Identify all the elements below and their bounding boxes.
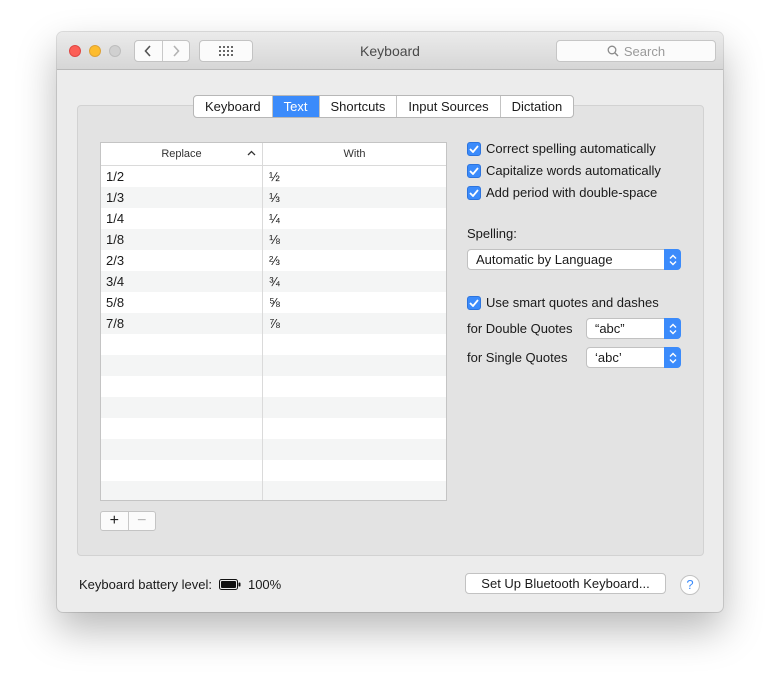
tab-bar: Keyboard Text Shortcuts Input Sources Di… — [193, 95, 575, 118]
replace-cell[interactable]: 1/4 — [101, 208, 263, 229]
table-row[interactable]: 1/4 ¼ — [101, 208, 446, 229]
checkmark-icon — [467, 163, 481, 178]
spelling-value: Automatic by Language — [476, 252, 613, 267]
with-cell[interactable]: ⅛ — [263, 229, 446, 250]
with-cell[interactable]: ¼ — [263, 208, 446, 229]
table-row[interactable]: 1/8 ⅛ — [101, 229, 446, 250]
empty-row — [101, 397, 446, 418]
smart-quotes-label: Use smart quotes and dashes — [486, 295, 659, 310]
updown-arrows-icon — [664, 249, 681, 270]
replace-cell[interactable]: 1/3 — [101, 187, 263, 208]
setup-bluetooth-keyboard-button[interactable]: Set Up Bluetooth Keyboard... — [465, 573, 666, 594]
replace-cell[interactable]: 1/8 — [101, 229, 263, 250]
with-cell[interactable]: ½ — [263, 166, 446, 187]
table-row[interactable]: 1/2 ½ — [101, 166, 446, 187]
with-cell[interactable]: ⅔ — [263, 250, 446, 271]
tab-keyboard[interactable]: Keyboard — [194, 96, 272, 117]
empty-row — [101, 460, 446, 481]
column-header-with[interactable]: With — [263, 143, 446, 165]
search-field[interactable]: Search — [556, 40, 716, 62]
checkmark-icon — [467, 141, 481, 156]
with-cell[interactable]: ⅝ — [263, 292, 446, 313]
double-quotes-label: for Double Quotes — [467, 321, 573, 336]
replace-cell[interactable]: 7/8 — [101, 313, 263, 334]
checkmark-icon — [467, 295, 481, 310]
empty-row — [101, 334, 446, 355]
checkmark-icon — [467, 185, 481, 200]
table-header: Replace With — [101, 143, 446, 166]
replacement-table[interactable]: Replace With 1/2 ½ 1/3 ⅓ 1/4 ¼ 1/8 ⅛ 2/3 ⅔ 3/… — [100, 142, 447, 501]
tab-text[interactable]: Text — [271, 96, 319, 117]
battery-icon — [218, 579, 241, 590]
single-quotes-label: for Single Quotes — [467, 350, 568, 365]
table-row[interactable]: 1/3 ⅓ — [101, 187, 446, 208]
empty-row — [101, 355, 446, 376]
add-period-checkbox[interactable]: Add period with double-space — [467, 185, 657, 200]
add-button[interactable]: + — [101, 512, 128, 530]
column-header-replace[interactable]: Replace — [101, 143, 263, 165]
empty-row — [101, 481, 446, 500]
table-row[interactable]: 2/3 ⅔ — [101, 250, 446, 271]
battery-value: 100% — [247, 577, 282, 592]
battery-status: Keyboard battery level: 100% — [79, 577, 281, 592]
help-button[interactable]: ? — [680, 575, 700, 595]
replace-header-label: Replace — [161, 148, 202, 160]
double-quotes-value: “abc” — [595, 321, 625, 336]
replace-cell[interactable]: 1/2 — [101, 166, 263, 187]
replace-cell[interactable]: 5/8 — [101, 292, 263, 313]
replace-cell[interactable]: 2/3 — [101, 250, 263, 271]
search-placeholder: Search — [623, 43, 666, 59]
search-icon — [607, 45, 619, 57]
with-cell[interactable]: ⅓ — [263, 187, 446, 208]
smart-quotes-checkbox[interactable]: Use smart quotes and dashes — [467, 295, 659, 310]
updown-arrows-icon — [664, 347, 681, 368]
sort-ascending-icon — [247, 143, 256, 165]
capitalize-words-checkbox[interactable]: Capitalize words automatically — [467, 163, 661, 178]
battery-label: Keyboard battery level: — [79, 577, 212, 592]
correct-spelling-label: Correct spelling automatically — [486, 141, 656, 156]
replace-cell[interactable]: 3/4 — [101, 271, 263, 292]
tab-dictation[interactable]: Dictation — [499, 96, 574, 117]
capitalize-words-label: Capitalize words automatically — [486, 163, 661, 178]
spelling-popup[interactable]: Automatic by Language — [467, 249, 681, 270]
spelling-label: Spelling: — [467, 226, 517, 241]
double-quotes-popup[interactable]: “abc” — [586, 318, 681, 339]
table-row[interactable]: 5/8 ⅝ — [101, 292, 446, 313]
with-cell[interactable]: ⅞ — [263, 313, 446, 334]
empty-row — [101, 439, 446, 460]
add-remove-buttons: + − — [100, 511, 156, 531]
tab-input-sources[interactable]: Input Sources — [396, 96, 499, 117]
title-bar: Keyboard Search — [57, 32, 723, 70]
correct-spelling-checkbox[interactable]: Correct spelling automatically — [467, 141, 656, 156]
empty-row — [101, 376, 446, 397]
updown-arrows-icon — [664, 318, 681, 339]
table-row[interactable]: 7/8 ⅞ — [101, 313, 446, 334]
with-cell[interactable]: ¾ — [263, 271, 446, 292]
single-quotes-value: ‘abc’ — [595, 350, 622, 365]
single-quotes-popup[interactable]: ‘abc’ — [586, 347, 681, 368]
empty-row — [101, 418, 446, 439]
table-row[interactable]: 3/4 ¾ — [101, 271, 446, 292]
tab-shortcuts[interactable]: Shortcuts — [318, 96, 397, 117]
remove-button[interactable]: − — [127, 512, 156, 530]
add-period-label: Add period with double-space — [486, 185, 658, 200]
preferences-window: Keyboard Search Keyboard Text Shortcuts … — [57, 32, 723, 612]
table-rows: 1/2 ½ 1/3 ⅓ 1/4 ¼ 1/8 ⅛ 2/3 ⅔ 3/4 ¾ 5/8 ⅝ 7/8 ⅞ — [101, 166, 446, 500]
